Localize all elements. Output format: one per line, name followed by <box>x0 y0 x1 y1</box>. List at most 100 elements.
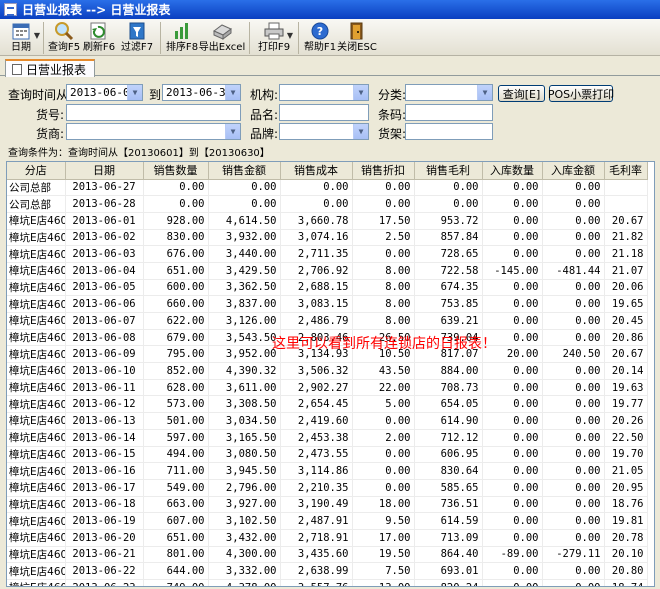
table-row[interactable]: 樟坑E店46052013-06-15494.003,080.502,473.55… <box>7 446 648 464</box>
shelf-input[interactable] <box>405 123 493 140</box>
chevron-down-icon[interactable]: ▼ <box>477 85 492 100</box>
close-button[interactable]: 关闭ESC <box>337 19 377 56</box>
table-cell: 3,440.00 <box>208 245 281 263</box>
column-header[interactable]: 日期 <box>65 162 144 180</box>
table-row[interactable]: 樟坑E店46052013-06-22644.003,332.002,638.99… <box>7 562 648 580</box>
table-cell: 0.00 <box>482 395 543 414</box>
table-cell: 864.40 <box>414 546 483 564</box>
supplier-label: 货商: <box>36 127 65 141</box>
table-cell: 3,362.50 <box>208 279 281 297</box>
print-button[interactable]: ▼ 打印F9 <box>254 19 294 56</box>
filter-panel: 查询时间从: 2013-06-01 ▼ 到 2013-06-30 ▼ 机构: ▼ 分… <box>0 77 660 159</box>
column-header[interactable]: 入库金额 <box>542 162 605 180</box>
brand-select[interactable]: ▼ <box>279 123 369 140</box>
supplier-select[interactable]: ▼ <box>66 123 241 140</box>
column-header[interactable]: 销售成本 <box>280 162 353 180</box>
table-cell: 3,432.00 <box>208 529 281 547</box>
category-select[interactable]: ▼ <box>405 84 493 101</box>
table-cell: 884.00 <box>414 362 483 380</box>
table-cell: 樟坑E店4605 <box>7 512 66 530</box>
table-row[interactable]: 樟坑E店46052013-06-10852.004,390.323,506.32… <box>7 362 648 380</box>
table-cell: 0.00 <box>542 279 605 297</box>
table-cell: 3,927.00 <box>208 496 281 514</box>
table-cell: 20.80 <box>604 562 648 580</box>
barcode-input[interactable] <box>405 104 493 121</box>
table-row[interactable]: 公司总部 2013-06-28 0.00 0.00 0.00 0.00 0.00 0.00 0.… <box>7 195 648 213</box>
table-cell: 830.00 <box>143 229 209 247</box>
product-name-input[interactable] <box>279 104 369 121</box>
query-button[interactable]: 查询F5 <box>48 19 80 56</box>
toolbar-separator <box>298 22 299 54</box>
table-cell: 2013-06-28 <box>65 195 144 213</box>
table-cell: 830.64 <box>414 462 483 480</box>
filter-button[interactable]: 过滤F7 <box>118 19 156 56</box>
table-row[interactable]: 樟坑E店46052013-06-07622.003,126.002,486.79… <box>7 312 648 330</box>
table-cell: 3,837.00 <box>208 295 281 313</box>
tab-daily-report[interactable]: 日营业报表 <box>5 59 96 77</box>
table-cell: 857.84 <box>414 229 483 247</box>
chevron-down-icon[interactable]: ▼ <box>225 85 240 100</box>
table-row[interactable]: 樟坑E店46052013-06-02830.003,932.003,074.16… <box>7 229 648 247</box>
table-cell: 0.00 <box>542 379 605 397</box>
table-cell: 2013-06-13 <box>65 412 144 430</box>
table-row[interactable]: 樟坑E店46052013-06-23749.004,378.003,557.76… <box>7 579 648 586</box>
column-header[interactable]: 销售金额 <box>208 162 281 180</box>
refresh-button[interactable]: 刷新F6 <box>80 19 118 56</box>
table-cell: 樟坑E店4605 <box>7 262 66 280</box>
column-header[interactable]: 销售折扣 <box>352 162 415 180</box>
item-no-input[interactable] <box>66 104 241 121</box>
table-row[interactable]: 樟坑E店46052013-06-19607.003,102.502,487.91… <box>7 512 648 530</box>
table-row[interactable]: 樟坑E店46052013-06-05600.003,362.502,688.15… <box>7 279 648 297</box>
column-header[interactable]: 入库数量 <box>482 162 543 180</box>
table-row[interactable]: 樟坑E店46052013-06-13501.003,034.502,419.60… <box>7 412 648 430</box>
table-cell: 2,711.35 <box>280 245 353 263</box>
help-button[interactable]: ? 帮助F1 <box>303 19 337 56</box>
column-header[interactable]: 毛利率 <box>604 162 648 180</box>
chevron-down-icon[interactable]: ▼ <box>353 85 368 100</box>
table-cell: 0.00 <box>414 195 483 213</box>
export-excel-button[interactable]: 导出Excel <box>199 19 245 56</box>
table-cell: 3,932.00 <box>208 229 281 247</box>
table-cell: 0.00 <box>542 562 605 580</box>
table-row[interactable]: 公司总部 2013-06-27 0.00 0.00 0.00 0.00 0.00 0.00 0.… <box>7 179 648 197</box>
column-header[interactable]: 分店 <box>7 162 66 180</box>
table-row[interactable]: 樟坑E店46052013-06-14597.003,165.502,453.38… <box>7 429 648 447</box>
table-row[interactable]: 樟坑E店46052013-06-11628.003,611.002,902.27… <box>7 379 648 397</box>
table-row[interactable]: 樟坑E店46052013-06-12573.003,308.502,654.45… <box>7 395 648 414</box>
table-cell: 0.00 <box>482 429 543 447</box>
table-row[interactable]: 樟坑E店46052013-06-21801.004,300.003,435.60… <box>7 546 648 564</box>
chevron-down-icon[interactable]: ▼ <box>353 124 368 139</box>
table-cell: 852.00 <box>143 362 209 380</box>
date-from-field[interactable]: 2013-06-01 ▼ <box>66 84 143 101</box>
table-cell: 4,614.50 <box>208 212 281 230</box>
table-cell: 3,506.32 <box>280 362 353 380</box>
table-cell: 8.00 <box>352 262 415 280</box>
table-row[interactable]: 樟坑E店46052013-06-18663.003,927.003,190.49… <box>7 496 648 514</box>
table-row[interactable]: 樟坑E店46052013-06-16711.003,945.503,114.86… <box>7 462 648 480</box>
table-row[interactable]: 樟坑E店46052013-06-03676.003,440.002,711.35… <box>7 245 648 263</box>
column-header[interactable]: 销售毛利 <box>414 162 483 180</box>
table-row[interactable]: 樟坑E店46052013-06-04651.003,429.502,706.92… <box>7 262 648 280</box>
chevron-down-icon[interactable]: ▼ <box>127 85 142 100</box>
table-cell: 2.00 <box>352 429 415 447</box>
table-cell: 753.85 <box>414 295 483 313</box>
table-row[interactable]: 樟坑E店46052013-06-06660.003,837.003,083.15… <box>7 295 648 313</box>
table-row[interactable]: 樟坑E店46052013-06-20651.003,432.002,718.91… <box>7 529 648 547</box>
table-cell: 0.00 <box>542 512 605 530</box>
table-row[interactable]: 樟坑E店46052013-06-17549.002,796.002,210.35… <box>7 479 648 497</box>
chevron-down-icon[interactable]: ▼ <box>225 124 240 139</box>
date-to-field[interactable]: 2013-06-30 ▼ <box>162 84 241 101</box>
table-cell: 600.00 <box>143 279 209 297</box>
table-cell: 606.95 <box>414 446 483 464</box>
table-cell: 0.00 <box>482 462 543 480</box>
date-button[interactable]: ▼ 日期 <box>3 19 40 56</box>
table-row[interactable]: 樟坑E店46052013-06-01928.004,614.503,660.78… <box>7 212 648 230</box>
sort-button[interactable]: 排序F8 <box>165 19 199 56</box>
table-cell: -481.44 <box>542 262 605 280</box>
org-select[interactable]: ▼ <box>279 84 369 101</box>
item-no-label: 货号: <box>36 108 65 122</box>
table-cell: 0.00 <box>280 179 353 197</box>
query-submit-button[interactable]: 查询[E] <box>498 85 545 102</box>
pos-receipt-print-button[interactable]: POS小票打印 <box>548 85 614 102</box>
column-header[interactable]: 销售数量 <box>143 162 209 180</box>
